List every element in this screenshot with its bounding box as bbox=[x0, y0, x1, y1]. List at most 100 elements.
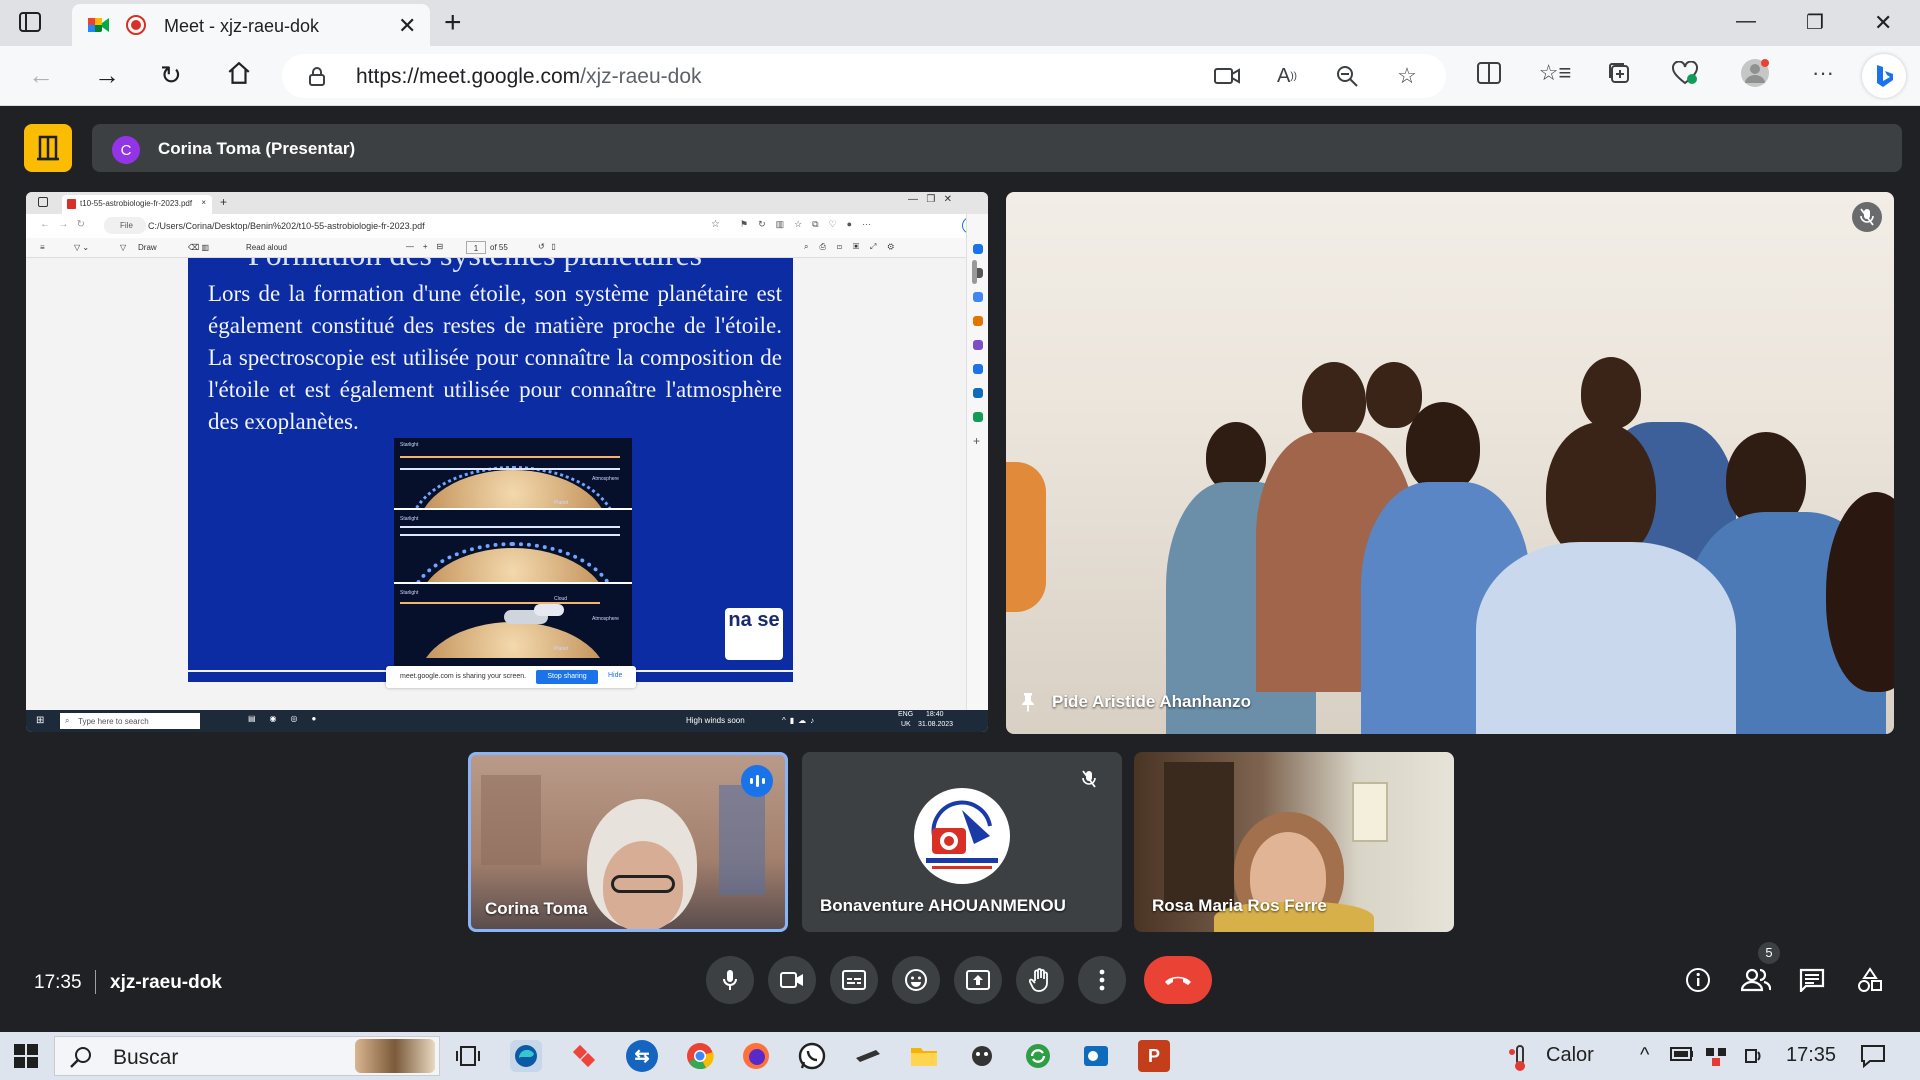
powerpoint-app-icon[interactable]: P bbox=[1138, 1040, 1170, 1072]
activities-button[interactable] bbox=[1850, 960, 1890, 1000]
shared-lang: ENG bbox=[898, 711, 914, 718]
shared-clock-date: 31.08.2023 bbox=[918, 721, 954, 728]
figure-label-planet-3: Planet bbox=[554, 646, 569, 652]
bing-copilot-icon[interactable] bbox=[1862, 54, 1906, 98]
reactions-button[interactable] bbox=[892, 956, 940, 1004]
minimize-icon[interactable]: — bbox=[1736, 10, 1756, 33]
people-button[interactable] bbox=[1736, 960, 1776, 1000]
video-background-shape bbox=[1352, 782, 1388, 842]
chrome-app-icon[interactable] bbox=[684, 1040, 716, 1072]
battery-icon[interactable] bbox=[1670, 1044, 1694, 1067]
glasses-shape bbox=[611, 875, 675, 893]
file-explorer-icon[interactable] bbox=[908, 1040, 940, 1072]
participant-tile-bonaventure[interactable]: Bonaventure AHOUANMENOU bbox=[802, 752, 1122, 932]
meeting-code: xjz-raeu-dok bbox=[110, 972, 222, 993]
recording-icon bbox=[126, 15, 146, 35]
participant-tile-corina[interactable]: Corina Toma bbox=[468, 752, 788, 932]
close-window-icon[interactable]: ✕ bbox=[1874, 10, 1892, 36]
game-app-icon[interactable] bbox=[966, 1040, 998, 1072]
new-tab-icon[interactable]: + bbox=[444, 6, 462, 40]
whatsapp-app-icon[interactable] bbox=[796, 1040, 828, 1072]
muted-icon bbox=[1852, 202, 1882, 232]
sync-app-icon[interactable] bbox=[1022, 1040, 1054, 1072]
shared-tab-title: t10-55-astrobiologie-fr-2023.pdf bbox=[80, 199, 193, 208]
network-icon[interactable] bbox=[1704, 1044, 1728, 1074]
shared-screen[interactable]: t10-55-astrobiologie-fr-2023.pdf × + — ❐… bbox=[26, 192, 988, 732]
chat-icon bbox=[1799, 968, 1825, 992]
speaking-indicator-icon bbox=[741, 765, 773, 797]
activities-icon bbox=[1858, 967, 1882, 992]
lock-icon[interactable] bbox=[308, 66, 326, 91]
close-tab-icon[interactable]: ✕ bbox=[398, 13, 416, 39]
change-layout-button[interactable] bbox=[24, 124, 72, 172]
more-options-button[interactable] bbox=[1078, 956, 1126, 1004]
slide-body-text: Lors de la formation d'une étoile, son s… bbox=[208, 281, 782, 434]
captions-icon bbox=[842, 970, 866, 990]
collections-icon[interactable] bbox=[1604, 58, 1634, 88]
more-options-icon[interactable]: ··· bbox=[1808, 58, 1838, 88]
anydesk-app-icon[interactable] bbox=[568, 1040, 600, 1072]
shared-taskbar-search: ⌕ Type here to search bbox=[60, 713, 200, 729]
shared-weather-text: High winds soon bbox=[686, 716, 745, 725]
taskbar-search-box[interactable]: Buscar bbox=[54, 1036, 440, 1076]
task-view-icon[interactable] bbox=[452, 1040, 484, 1072]
split-screen-icon[interactable] bbox=[1474, 58, 1504, 88]
back-icon[interactable]: ← bbox=[28, 60, 54, 91]
camera-button[interactable] bbox=[768, 956, 816, 1004]
taskbar-clock[interactable]: 17:35 bbox=[1786, 1044, 1836, 1067]
pdf-page-total: of 55 bbox=[490, 243, 508, 252]
read-aloud-icon[interactable]: A)) bbox=[1272, 61, 1302, 91]
temperature-icon[interactable] bbox=[1508, 1044, 1532, 1078]
profile-avatar-icon[interactable] bbox=[1740, 58, 1770, 88]
shared-tab-close-icon: × bbox=[201, 198, 206, 207]
edge-app-icon[interactable] bbox=[510, 1040, 542, 1072]
more-vert-icon bbox=[1099, 969, 1105, 991]
shared-search-icon: ⌕ bbox=[65, 716, 70, 725]
favorite-star-icon[interactable]: ☆ bbox=[1392, 61, 1422, 91]
pinned-icon[interactable] bbox=[1020, 692, 1036, 717]
camera-in-use-icon[interactable] bbox=[1212, 61, 1242, 91]
nase-logo: na se bbox=[725, 608, 783, 660]
restore-icon[interactable]: ❐ bbox=[1806, 10, 1824, 35]
shared-tray-icons: ^▮☁♪ bbox=[782, 716, 819, 725]
shared-tab-actions-icon bbox=[38, 197, 48, 207]
participant-tile-rosa[interactable]: Rosa Maria Ros Ferre bbox=[1134, 752, 1454, 932]
hand-icon bbox=[1029, 968, 1048, 992]
zoom-out-icon[interactable] bbox=[1332, 61, 1362, 91]
raise-hand-button[interactable] bbox=[1016, 956, 1064, 1004]
leave-call-button[interactable] bbox=[1144, 956, 1212, 1004]
teamviewer-app-icon[interactable]: ⇆ bbox=[626, 1040, 658, 1072]
pdf-toolbar: ≡ ▽ ⌄ ▽ Draw ⌫ ▥ Read aloud — + ⊟ 1 of 5… bbox=[26, 238, 966, 258]
notifications-icon[interactable] bbox=[1860, 1044, 1886, 1074]
browser-essentials-icon[interactable] bbox=[1670, 58, 1700, 88]
meeting-details-button[interactable] bbox=[1678, 960, 1718, 1000]
forward-icon[interactable]: → bbox=[94, 60, 120, 91]
figure-panel-particles: Starlight bbox=[394, 512, 632, 584]
refresh-icon[interactable]: ↻ bbox=[160, 60, 182, 91]
browser-tab-meet[interactable]: Meet - xjz-raeu-dok ✕ bbox=[72, 4, 430, 46]
home-icon[interactable] bbox=[226, 60, 252, 93]
address-bar[interactable]: https://meet.google.com/xjz-raeu-dok A))… bbox=[282, 54, 1446, 98]
video-person-shape bbox=[1006, 462, 1046, 612]
windows-start-icon[interactable] bbox=[14, 1044, 38, 1073]
figure-label-atmosphere: Atmosphere bbox=[592, 476, 619, 482]
shared-pdf-tab: t10-55-astrobiologie-fr-2023.pdf × bbox=[62, 195, 212, 214]
video-person-shape bbox=[1406, 402, 1480, 492]
microphone-icon bbox=[723, 970, 737, 990]
video-background-shape bbox=[1164, 762, 1234, 912]
chat-button[interactable] bbox=[1792, 960, 1832, 1000]
present-screen-button[interactable] bbox=[954, 956, 1002, 1004]
captions-button[interactable] bbox=[830, 956, 878, 1004]
outlook-app-icon[interactable] bbox=[1080, 1040, 1112, 1072]
firefox-app-icon[interactable] bbox=[740, 1040, 772, 1072]
main-participant-tile[interactable]: Pide Aristide Ahanhanzo bbox=[1006, 192, 1894, 734]
slide-heading: Formation des systèmes planétaires bbox=[248, 258, 702, 273]
weather-text[interactable]: Calor bbox=[1546, 1044, 1594, 1067]
microphone-button[interactable] bbox=[706, 956, 754, 1004]
figure-label-atmosphere-3: Atmosphere bbox=[592, 616, 619, 622]
tab-actions-icon[interactable] bbox=[18, 10, 52, 36]
show-hidden-icons[interactable]: ^ bbox=[1640, 1044, 1649, 1067]
favorites-icon[interactable]: ☆≡ bbox=[1539, 58, 1572, 88]
volume-icon[interactable] bbox=[1744, 1044, 1766, 1072]
usb-app-icon[interactable] bbox=[852, 1040, 884, 1072]
